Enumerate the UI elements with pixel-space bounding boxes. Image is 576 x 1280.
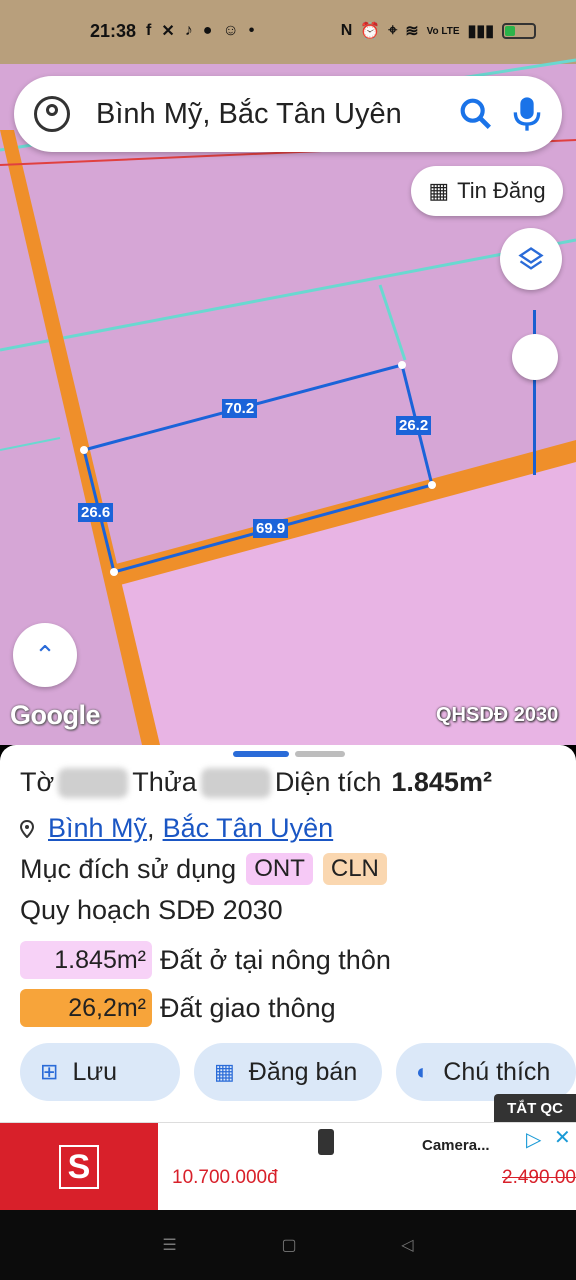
facebook-icon: f <box>146 22 152 39</box>
wifi-icon: ≋ <box>405 23 419 40</box>
location-row: Bình Mỹ , Bắc Tân Uyên <box>20 813 333 844</box>
camera-product-image <box>318 1129 334 1155</box>
district-link[interactable]: Bắc Tân Uyên <box>163 813 334 844</box>
purpose-tag-cln: CLN <box>322 853 387 885</box>
ad-old-price: 2.490.00 <box>502 1167 576 1188</box>
microphone-icon[interactable] <box>512 94 542 134</box>
purpose-tag-ont: ONT <box>246 853 313 885</box>
nfc-icon: N <box>340 22 353 39</box>
expand-up-button[interactable]: ⌃ <box>13 623 77 687</box>
calendar-icon: ▦ <box>428 178 450 203</box>
ad-banner[interactable]: S Camera... 10.700.000đ 2.490.00 ▷ ✕ <box>0 1122 576 1211</box>
tin-dang-button[interactable]: ▦ Tin Đăng <box>411 166 563 216</box>
ad-choices-icon[interactable]: ▷ <box>526 1127 541 1152</box>
plan-item: 26,2m² Đất giao thông <box>20 989 336 1027</box>
app-icon: ✕ <box>161 23 175 40</box>
alarm-icon: ⏰ <box>360 23 381 40</box>
tin-dang-label: Tin Đăng <box>457 178 546 203</box>
map-view[interactable]: 70.2 26.2 26.6 69.9 21:38 f ✕ ♪ ● ☺ • N … <box>0 0 576 745</box>
recent-apps-icon[interactable]: ☰ <box>162 1235 176 1255</box>
area-label: Diện tích <box>274 767 382 797</box>
save-button[interactable]: ⊞ Lưu <box>20 1043 180 1101</box>
signal-icon: ▮▮▮ <box>467 23 494 40</box>
location-separator: , <box>147 813 155 843</box>
plan-item-desc: Đất giao thông <box>160 992 336 1023</box>
notification-icon: ● <box>202 22 213 39</box>
layers-button[interactable] <box>500 228 562 290</box>
plan-title: Quy hoạch SDĐ 2030 <box>20 895 283 925</box>
status-time: 21:38 <box>90 20 137 41</box>
ad-logo-glyph: S <box>59 1145 99 1189</box>
post-sale-label: Đăng bán <box>248 1057 358 1086</box>
close-icon[interactable]: ✕ <box>554 1125 571 1150</box>
to-value-hidden <box>58 767 129 798</box>
hide-ads-button[interactable]: TẮT QC <box>494 1094 576 1122</box>
battery-icon <box>502 23 536 39</box>
plan-item-area: 1.845m² <box>20 941 152 979</box>
search-icon[interactable] <box>456 94 496 134</box>
legend-label: Chú thích <box>443 1057 551 1086</box>
measure-bottom: 69.9 <box>253 519 289 538</box>
location-icon: ⌖ <box>388 22 398 39</box>
chevron-up-icon: ⌃ <box>34 639 56 670</box>
system-nav-bar: ☰ ▢ ◁ <box>0 1210 576 1280</box>
status-bar: 21:38 f ✕ ♪ ● ☺ • N ⏰ ⌖ ≋ Vo LTE ▮▮▮ <box>0 0 576 62</box>
tiktok-icon: ♪ <box>184 22 193 39</box>
add-file-icon: ⊞ <box>40 1059 59 1084</box>
search-query[interactable]: Bình Mỹ, Bắc Tân Uyên <box>96 98 456 131</box>
purpose-label: Mục đích sử dụng <box>20 853 237 884</box>
plan-item-desc: Đất ở tại nông thôn <box>160 944 391 975</box>
legend-button[interactable]: ◐ Chú thích <box>396 1043 576 1101</box>
ad-price: 10.700.000đ <box>172 1167 278 1188</box>
account-icon[interactable] <box>34 96 70 132</box>
measure-right: 26.2 <box>396 416 432 435</box>
panel-pager[interactable] <box>233 751 345 757</box>
pager-dot[interactable] <box>295 751 345 757</box>
commune-link[interactable]: Bình Mỹ <box>48 813 147 844</box>
google-logo: Google <box>10 700 101 730</box>
calendar-icon: ▦ <box>214 1059 235 1084</box>
ad-logo: S <box>0 1123 158 1211</box>
pager-dot-active[interactable] <box>233 751 289 757</box>
info-panel: Tờ Thửa Diện tích 1.845m² Bình Mỹ , Bắc … <box>0 745 576 1123</box>
area-value: 1.845m² <box>391 767 492 797</box>
layers-icon <box>518 247 544 270</box>
post-sale-button[interactable]: ▦ Đăng bán <box>194 1043 382 1101</box>
measure-top: 70.2 <box>222 399 258 418</box>
parcel-title-row: Tờ Thửa Diện tích 1.845m² <box>20 767 492 798</box>
location-pin-icon <box>20 819 34 838</box>
dot-icon: • <box>248 22 255 39</box>
action-buttons: ⊞ Lưu ▦ Đăng bán ◐ Chú thích <box>20 1043 576 1101</box>
face-icon: ☺ <box>222 22 239 39</box>
back-icon[interactable]: ◁ <box>401 1235 413 1255</box>
home-icon[interactable]: ▢ <box>281 1235 296 1255</box>
save-label: Lưu <box>72 1057 117 1086</box>
opacity-slider-knob[interactable] <box>512 334 558 380</box>
layer-name-label: QHSDĐ 2030 <box>436 704 559 726</box>
search-bar[interactable]: Bình Mỹ, Bắc Tân Uyên <box>14 76 562 152</box>
contrast-icon: ◐ <box>416 1059 430 1084</box>
network-type: Vo LTE <box>426 25 460 37</box>
ad-title[interactable]: Camera... <box>422 1137 490 1154</box>
thua-value-hidden <box>200 767 271 798</box>
plan-item: 1.845m² Đất ở tại nông thôn <box>20 941 391 979</box>
purpose-row: Mục đích sử dụng ONT CLN <box>20 853 387 885</box>
plan-item-area: 26,2m² <box>20 989 152 1027</box>
measure-left: 26.6 <box>78 503 114 522</box>
to-label: Tờ <box>20 767 55 797</box>
thua-label: Thửa <box>132 767 197 797</box>
